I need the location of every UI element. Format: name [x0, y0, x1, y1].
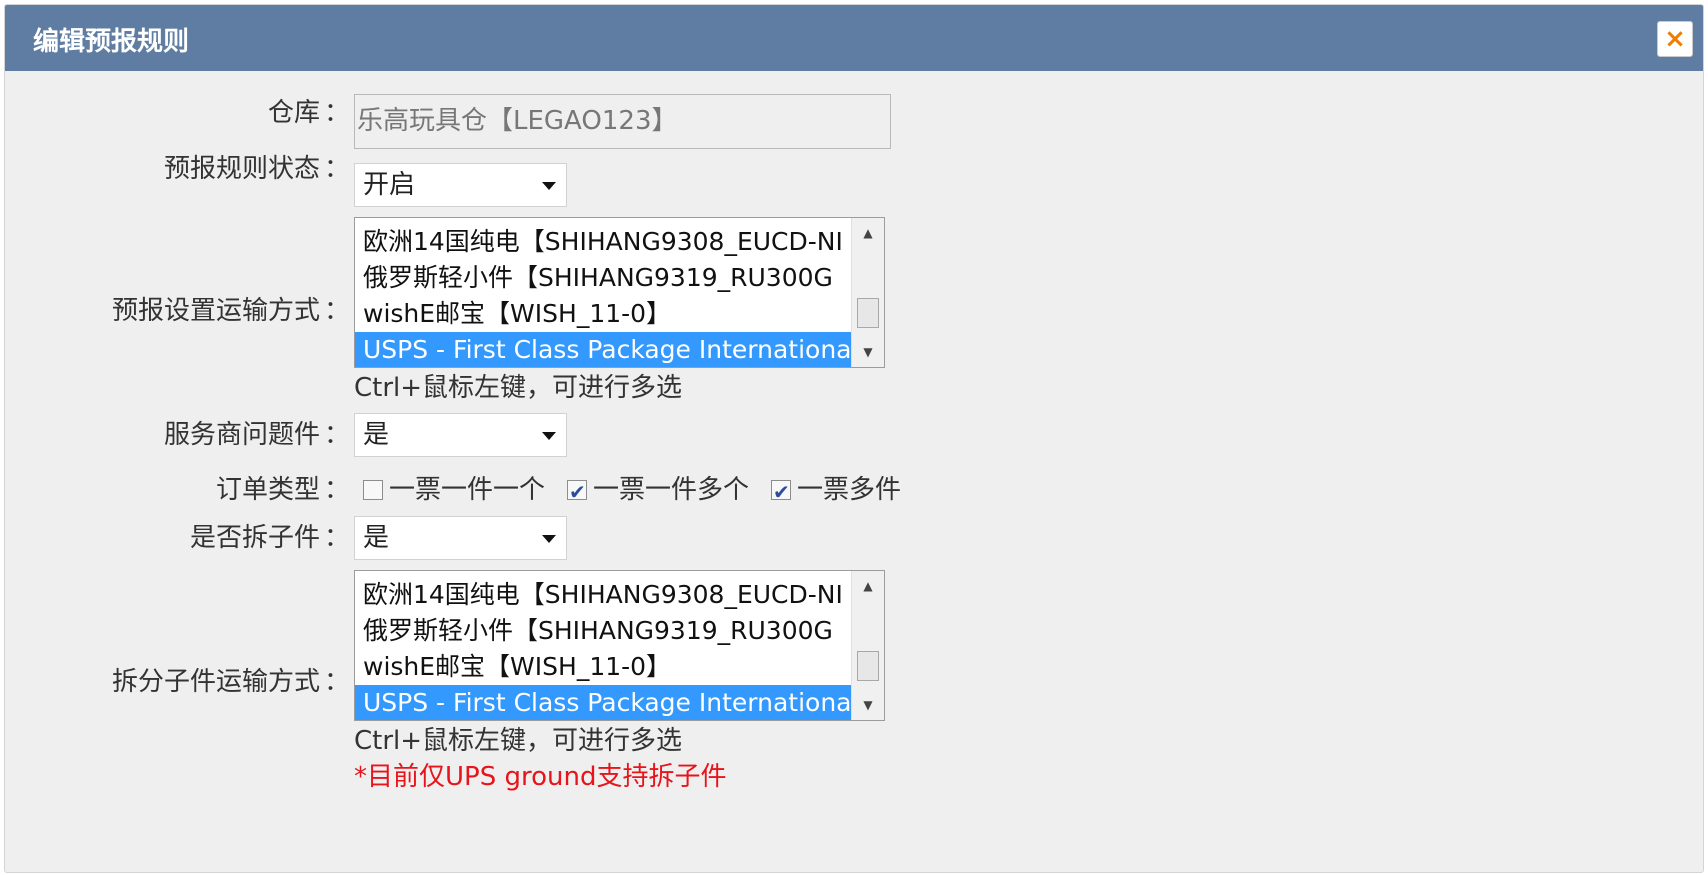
split-methods-label: 拆分子件运输方式： [111, 667, 350, 697]
dialog-title: 编辑预报规则 [33, 27, 190, 57]
checkbox[interactable] [363, 480, 383, 500]
scroll-down-icon[interactable]: ▼ [852, 690, 884, 720]
shipping-methods-hint: Ctrl+鼠标左键，可进行多选 [354, 373, 683, 403]
split-methods-hint: Ctrl+鼠标左键，可进行多选 [354, 726, 683, 756]
order-type-checkboxes: 一票一件一个 一票一件多个 一票多件 [363, 473, 923, 509]
provider-problem-value: 是 [363, 420, 390, 450]
order-type-option-multi-piece[interactable]: 一票多件 [771, 473, 901, 509]
split-children-select[interactable]: 是 [354, 516, 567, 560]
rule-status-select[interactable]: 开启 [354, 163, 567, 207]
split-children-label: 是否拆子件： [189, 523, 350, 553]
scroll-up-icon[interactable]: ▲ [852, 218, 884, 248]
dropdown-arrow-icon [542, 182, 556, 190]
list-item[interactable]: 俄罗斯轻小件【SHIHANG9319_RU300G [355, 613, 853, 649]
rule-status-value: 开启 [363, 170, 416, 200]
close-icon: × [1664, 24, 1686, 54]
shipping-methods-listbox[interactable]: 欧洲14国纯电【SHIHANG9308_EUCD-NI 俄罗斯轻小件【SHIHA… [354, 217, 885, 368]
split-methods-listbox[interactable]: 欧洲14国纯电【SHIHANG9308_EUCD-NI 俄罗斯轻小件【SHIHA… [354, 570, 885, 721]
list-item[interactable]: 欧洲14国纯电【SHIHANG9308_EUCD-NI [355, 577, 853, 613]
dropdown-arrow-icon [542, 432, 556, 440]
scroll-thumb[interactable] [857, 298, 879, 328]
close-button[interactable]: × [1657, 21, 1693, 57]
warehouse-field: 乐高玩具仓【LEGAO123】 [354, 94, 891, 149]
provider-problem-label: 服务商问题件： [163, 420, 350, 450]
order-type-label: 订单类型： [215, 475, 350, 505]
checkbox-checked[interactable] [567, 475, 588, 509]
order-type-option-multi-qty[interactable]: 一票一件多个 [567, 473, 749, 509]
scroll-up-icon[interactable]: ▲ [852, 571, 884, 601]
rule-status-label: 预报规则状态： [163, 154, 350, 184]
checkbox-checked[interactable] [771, 475, 792, 509]
order-type-option-single[interactable]: 一票一件一个 [363, 473, 545, 507]
listbox-scrollbar[interactable]: ▲ ▼ [851, 218, 884, 367]
provider-problem-select[interactable]: 是 [354, 413, 567, 457]
list-item[interactable]: wishE邮宝【WISH_11-0】 [355, 296, 853, 332]
list-item[interactable]: 俄罗斯轻小件【SHIHANG9319_RU300G [355, 260, 853, 296]
split-warning-text: *目前仅UPS ground支持拆子件 [354, 762, 727, 792]
shipping-methods-label: 预报设置运输方式： [111, 296, 350, 326]
list-item-selected[interactable]: USPS - First Class Package Internationa [355, 685, 853, 720]
split-children-value: 是 [363, 523, 390, 553]
warehouse-label: 仓库： [267, 98, 350, 128]
edit-rule-dialog: 编辑预报规则 × 仓库： 乐高玩具仓【LEGAO123】 预报规则状态： 开启 … [4, 4, 1704, 873]
list-item[interactable]: wishE邮宝【WISH_11-0】 [355, 649, 853, 685]
scroll-thumb[interactable] [857, 651, 879, 681]
dropdown-arrow-icon [542, 535, 556, 543]
list-item-selected[interactable]: USPS - First Class Package Internationa [355, 332, 853, 367]
scroll-down-icon[interactable]: ▼ [852, 337, 884, 367]
dialog-titlebar: 编辑预报规则 × [5, 5, 1703, 71]
listbox-scrollbar[interactable]: ▲ ▼ [851, 571, 884, 720]
list-item[interactable]: 欧洲14国纯电【SHIHANG9308_EUCD-NI [355, 224, 853, 260]
